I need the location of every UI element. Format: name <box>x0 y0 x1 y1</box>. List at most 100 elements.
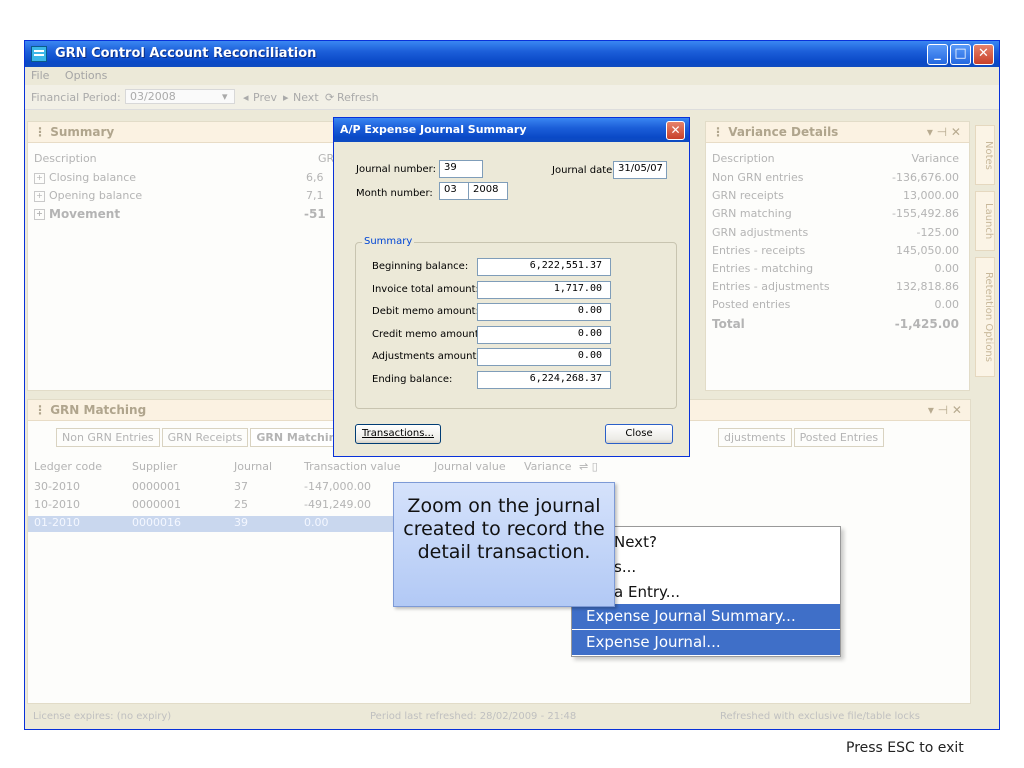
col-variance[interactable]: Variance <box>524 460 572 473</box>
summary-row-closing[interactable]: + Closing balance <box>34 171 136 184</box>
period-select[interactable]: 03/2008 ▾ <box>125 89 235 104</box>
tab-posted-entries[interactable]: Posted Entries <box>793 428 885 447</box>
refresh-button[interactable]: Refresh <box>337 91 379 104</box>
col-transaction-value[interactable]: Transaction value <box>304 460 400 473</box>
window-title: GRN Control Account Reconciliation <box>55 46 317 61</box>
cell-journal: 37 <box>234 480 248 493</box>
dialog-title-bar[interactable]: A/P Expense Journal Summary ✕ <box>334 118 689 142</box>
variance-row-value: 0.00 <box>934 298 960 312</box>
variance-row-value: -155,492.86 <box>892 207 959 221</box>
refresh-icon: ⟳ <box>325 91 335 104</box>
cell-supplier: 0000001 <box>132 498 181 511</box>
field-label: Beginning balance: <box>372 261 469 272</box>
variance-col-description: Description <box>712 152 775 165</box>
journal-date-field[interactable]: 31/05/07 <box>613 161 667 179</box>
menu-file[interactable]: File <box>31 69 49 82</box>
app-icon <box>31 46 47 62</box>
variance-row-label[interactable]: Posted entries <box>712 298 790 311</box>
journal-summary-dialog: A/P Expense Journal Summary ✕ Journal nu… <box>333 117 690 457</box>
grn-grid-header: Ledger code Supplier Journal Transaction… <box>34 460 714 476</box>
variance-row-value: 132,818.86 <box>896 280 959 294</box>
tab-adjustments[interactable]: djustments <box>718 428 792 447</box>
variance-row-label[interactable]: GRN receipts <box>712 189 784 202</box>
grn-tab-strip-right: djustments Posted Entries <box>718 428 886 447</box>
variance-row-value: -125.00 <box>916 225 959 239</box>
next-arrow-icon: ▸ <box>283 91 289 104</box>
panel-pin-close-icon[interactable]: ▾ ⊣ ✕ <box>928 400 962 420</box>
field-value[interactable]: 0.00 <box>477 348 611 367</box>
menu-item-expense-journal[interactable]: Expense Journal... <box>572 630 840 655</box>
tab-non-grn-entries[interactable]: Non GRN Entries <box>56 428 160 447</box>
cell-trans: 0.00 <box>304 516 329 529</box>
variance-row-label[interactable]: GRN matching <box>712 207 792 220</box>
variance-row-label[interactable]: Total <box>712 317 745 331</box>
cell-ledger: 01-2010 <box>34 516 80 529</box>
cell-trans: -147,000.00 <box>304 480 371 493</box>
variance-row-label[interactable]: GRN adjustments <box>712 226 808 239</box>
menu-bar: File Options <box>25 67 999 85</box>
field-value[interactable]: 0.00 <box>477 325 611 344</box>
panel-pin-close-icon[interactable]: ▾ ⊣ ✕ <box>927 122 961 142</box>
chevron-down-icon: ▾ <box>222 90 228 103</box>
next-button[interactable]: Next <box>293 91 319 104</box>
summary-col-description: Description <box>34 152 97 165</box>
variance-row-label[interactable]: Entries - matching <box>712 262 813 275</box>
summary-row-opening[interactable]: + Opening balance <box>34 189 142 202</box>
variance-row-label[interactable]: Entries - receipts <box>712 244 805 257</box>
field-label: Debit memo amount: <box>372 306 479 318</box>
grn-tab-strip: Non GRN Entries GRN Receipts GRN Matching <box>56 428 352 447</box>
title-bar[interactable]: GRN Control Account Reconciliation _ □ ✕ <box>25 41 999 67</box>
field-value[interactable]: 0.00 <box>477 303 611 322</box>
col-journal-value[interactable]: Journal value <box>434 460 506 473</box>
col-journal[interactable]: Journal <box>234 460 272 473</box>
dialog-title: A/P Expense Journal Summary <box>340 123 527 136</box>
exit-hint: Press ESC to exit <box>846 740 964 756</box>
variance-row-value: 13,000.00 <box>903 189 959 203</box>
field-value[interactable]: 6,222,551.37 <box>477 258 611 276</box>
dialog-close-button[interactable]: ✕ <box>666 121 685 140</box>
transactions-button[interactable]: Transactions... <box>355 424 441 444</box>
summary-value-movement: -51 <box>304 207 326 221</box>
side-tab-launch[interactable]: Launch <box>975 191 995 251</box>
side-tab-retention-options[interactable]: Retention Options <box>975 257 995 377</box>
field-value[interactable]: 6,224,268.37 <box>477 371 611 389</box>
expand-icon[interactable]: + <box>34 172 45 184</box>
period-label: Financial Period: <box>31 91 121 104</box>
cell-journal: 25 <box>234 498 248 511</box>
status-refreshed: Period last refreshed: 28/02/2009 - 21:4… <box>370 711 577 722</box>
journal-number-field[interactable]: 39 <box>439 160 483 178</box>
menu-options[interactable]: Options <box>65 69 107 82</box>
cell-supplier: 0000001 <box>132 480 181 493</box>
sort-icon: ⇌ ▯ <box>579 460 598 473</box>
tab-grn-receipts[interactable]: GRN Receipts <box>161 428 249 447</box>
cell-ledger: 10-2010 <box>34 498 80 511</box>
year-field[interactable]: 2008 <box>468 182 508 200</box>
prev-button[interactable]: Prev <box>253 91 277 104</box>
summary-col-grn: GR <box>318 152 335 165</box>
close-button[interactable]: ✕ <box>973 44 994 65</box>
cell-trans: -491,249.00 <box>304 498 371 511</box>
variance-row-label[interactable]: Entries - adjustments <box>712 280 830 293</box>
variance-row-label[interactable]: Non GRN entries <box>712 171 803 184</box>
maximize-button[interactable]: □ <box>950 44 971 65</box>
expand-icon[interactable]: + <box>34 190 45 202</box>
dialog-close-btn[interactable]: Close <box>605 424 673 444</box>
col-ledger-code[interactable]: Ledger code <box>34 460 102 473</box>
status-license: License expires: (no expiry) <box>33 711 172 722</box>
minimize-button[interactable]: _ <box>927 44 948 65</box>
side-tab-notes[interactable]: Notes <box>975 125 995 185</box>
variance-row-value: -1,425.00 <box>894 316 959 331</box>
status-bar: License expires: (no expiry) Period last… <box>25 707 999 727</box>
variance-col-variance: Variance <box>911 152 959 165</box>
field-value[interactable]: 1,717.00 <box>477 280 611 299</box>
col-supplier[interactable]: Supplier <box>132 460 177 473</box>
expand-icon[interactable]: + <box>34 209 45 220</box>
period-value: 03/2008 <box>130 90 176 103</box>
month-field[interactable]: 03 <box>439 182 469 200</box>
summary-row-movement[interactable]: + Movement <box>34 207 120 221</box>
prev-arrow-icon: ◂ <box>243 91 249 104</box>
tutorial-callout: Zoom on the journal created to record th… <box>393 482 615 607</box>
field-label: Invoice total amount: <box>372 283 479 295</box>
menu-item-expense-journal-summary[interactable]: Expense Journal Summary... <box>572 604 840 629</box>
summary-group-label: Summary <box>362 236 415 247</box>
